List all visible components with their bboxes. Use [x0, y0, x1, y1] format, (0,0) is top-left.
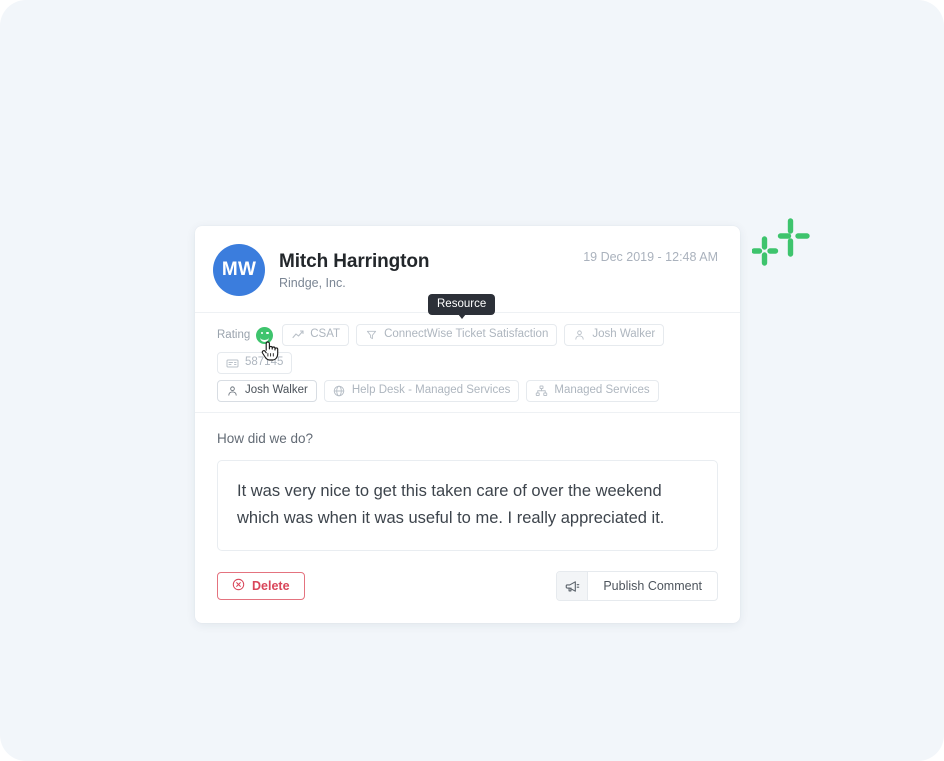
tag-label: CSAT	[310, 328, 341, 341]
ticket-icon	[226, 357, 239, 370]
author-block: Mitch Harrington Rindge, Inc.	[279, 250, 583, 290]
tag-label: Josh Walker	[245, 384, 308, 397]
happy-face-icon	[256, 326, 274, 344]
tag-label: Help Desk - Managed Services	[351, 384, 511, 397]
tag-label: Josh Walker	[592, 328, 656, 341]
user-icon	[573, 329, 586, 342]
delete-button-label: Delete	[252, 579, 290, 594]
page-canvas: MW Mitch Harrington Rindge, Inc. 19 Dec …	[0, 0, 944, 761]
tag-label: Managed Services	[554, 384, 650, 397]
globe-icon	[333, 385, 346, 398]
circle-x-icon	[232, 578, 245, 594]
rating-group: Rating	[217, 326, 274, 344]
timestamp: 19 Dec 2019 - 12:48 AM	[583, 250, 718, 264]
publish-comment-button[interactable]: Publish Comment	[556, 571, 718, 602]
rating-label: Rating	[217, 329, 251, 341]
sparkle-plus-icon	[751, 215, 814, 270]
survey-answer-text: It was very nice to get this taken care …	[237, 482, 665, 527]
tag-row-one: Rating CSAT ConnectWise Ticket Satisfact…	[217, 324, 718, 374]
tag-label: ConnectWise Ticket Satisfaction	[384, 328, 549, 341]
funnel-filter-icon	[365, 329, 378, 342]
chart-line-icon	[291, 329, 304, 342]
tag-resource-josh-walker[interactable]: Josh Walker	[217, 380, 317, 402]
tag-strip: Resource Rating CSAT ConnectWise Ticket …	[195, 294, 740, 413]
tag-row-two: Josh Walker Help Desk - Managed Services	[217, 380, 718, 402]
tag-connectwise-ticket-satisfaction[interactable]: ConnectWise Ticket Satisfaction	[356, 324, 558, 346]
tag-managed-services[interactable]: Managed Services	[526, 380, 659, 402]
avatar: MW	[213, 244, 265, 296]
publish-comment-label: Publish Comment	[603, 579, 702, 594]
tag-ticket-number[interactable]: 587145	[217, 352, 293, 374]
author-name: Mitch Harrington	[279, 251, 430, 273]
feedback-card: MW Mitch Harrington Rindge, Inc. 19 Dec …	[195, 226, 740, 624]
card-footer: Delete Publish Comment	[195, 557, 740, 623]
tag-help-desk-managed-services[interactable]: Help Desk - Managed Services	[323, 380, 520, 402]
tag-label: 587145	[245, 356, 284, 369]
delete-button[interactable]: Delete	[217, 572, 305, 601]
card-body: How did we do? It was very nice to get t…	[195, 413, 740, 557]
user-icon	[226, 385, 239, 398]
survey-question: How did we do?	[217, 431, 314, 446]
resource-tooltip: Resource	[428, 294, 496, 319]
author-company: Rindge, Inc.	[279, 275, 346, 290]
survey-answer-box[interactable]: It was very nice to get this taken care …	[217, 460, 718, 552]
avatar-initials: MW	[221, 259, 257, 280]
megaphone-icon	[557, 572, 589, 601]
sitemap-icon	[535, 385, 548, 398]
tag-csat[interactable]: CSAT	[282, 324, 350, 346]
tag-contact-josh-walker[interactable]: Josh Walker	[564, 324, 665, 346]
